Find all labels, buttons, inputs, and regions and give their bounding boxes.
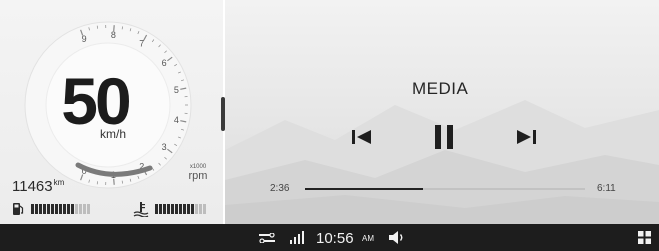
level-segment xyxy=(47,204,50,214)
level-segment xyxy=(83,204,86,214)
level-segment xyxy=(59,204,62,214)
level-segment xyxy=(195,204,198,214)
tach-label-4: 4 xyxy=(174,115,179,125)
fuel-level-bar xyxy=(31,204,90,214)
next-track-icon[interactable] xyxy=(514,127,538,147)
volume-icon[interactable] xyxy=(389,231,405,244)
speed-unit: km/h xyxy=(100,127,127,141)
level-segment xyxy=(167,204,170,214)
level-segment xyxy=(31,204,34,214)
instrument-cluster: 0123456789 50 km/h x1000 rpm 11463km xyxy=(0,0,224,224)
level-segment xyxy=(35,204,38,214)
status-bar: 10:56 AM xyxy=(0,224,659,251)
level-segment xyxy=(159,204,162,214)
level-segment xyxy=(171,204,174,214)
head-unit-screen: 0123456789 50 km/h x1000 rpm 11463km MED… xyxy=(0,0,659,224)
media-source-title: MEDIA xyxy=(412,79,469,98)
level-segment xyxy=(79,204,82,214)
speed-readout: 50 xyxy=(61,64,131,138)
level-segment xyxy=(75,204,78,214)
level-segment xyxy=(163,204,166,214)
level-segment xyxy=(203,204,206,214)
level-segment xyxy=(63,204,66,214)
progress-track[interactable] xyxy=(305,188,585,190)
tach-label-3: 3 xyxy=(162,142,167,152)
media-panel: MEDIA 2:36 6:11 xyxy=(225,0,659,224)
previous-track-icon[interactable] xyxy=(350,127,374,147)
level-segment xyxy=(87,204,90,214)
level-segment xyxy=(183,204,186,214)
level-segment xyxy=(187,204,190,214)
tach-label-6: 6 xyxy=(162,58,167,68)
level-segment xyxy=(51,204,54,214)
odometer-unit: km xyxy=(53,178,65,187)
connection-icon[interactable] xyxy=(259,233,275,243)
odometer-value: 11463 xyxy=(12,178,53,195)
pause-icon[interactable] xyxy=(433,123,457,151)
clock-time: 10:56 xyxy=(316,230,354,247)
level-segment xyxy=(179,204,182,214)
apps-grid-icon[interactable] xyxy=(638,231,651,244)
level-segment xyxy=(199,204,202,214)
rpm-unit-label: x1000 rpm xyxy=(186,163,210,182)
level-segment xyxy=(55,204,58,214)
signal-icon xyxy=(290,231,304,244)
level-segment xyxy=(43,204,46,214)
rpm-unit: rpm xyxy=(188,170,208,182)
tach-label-7: 7 xyxy=(139,39,144,49)
tach-label-9: 9 xyxy=(82,34,87,44)
clock-ampm: AM xyxy=(362,234,374,243)
total-duration: 6:11 xyxy=(597,183,616,194)
tach-label-5: 5 xyxy=(174,85,179,95)
temperature-level-bar xyxy=(155,204,206,214)
level-segment xyxy=(71,204,74,214)
level-segment xyxy=(39,204,42,214)
level-segment xyxy=(175,204,178,214)
level-segment xyxy=(155,204,158,214)
mountain-background-image xyxy=(225,100,659,224)
level-segment xyxy=(67,204,70,214)
tach-label-8: 8 xyxy=(111,30,116,40)
coolant-temperature-icon xyxy=(133,202,149,217)
elapsed-time: 2:36 xyxy=(270,183,290,194)
fuel-pump-icon xyxy=(13,203,24,215)
odometer: 11463km xyxy=(12,178,64,195)
progress-fill xyxy=(305,188,423,190)
level-segment xyxy=(191,204,194,214)
